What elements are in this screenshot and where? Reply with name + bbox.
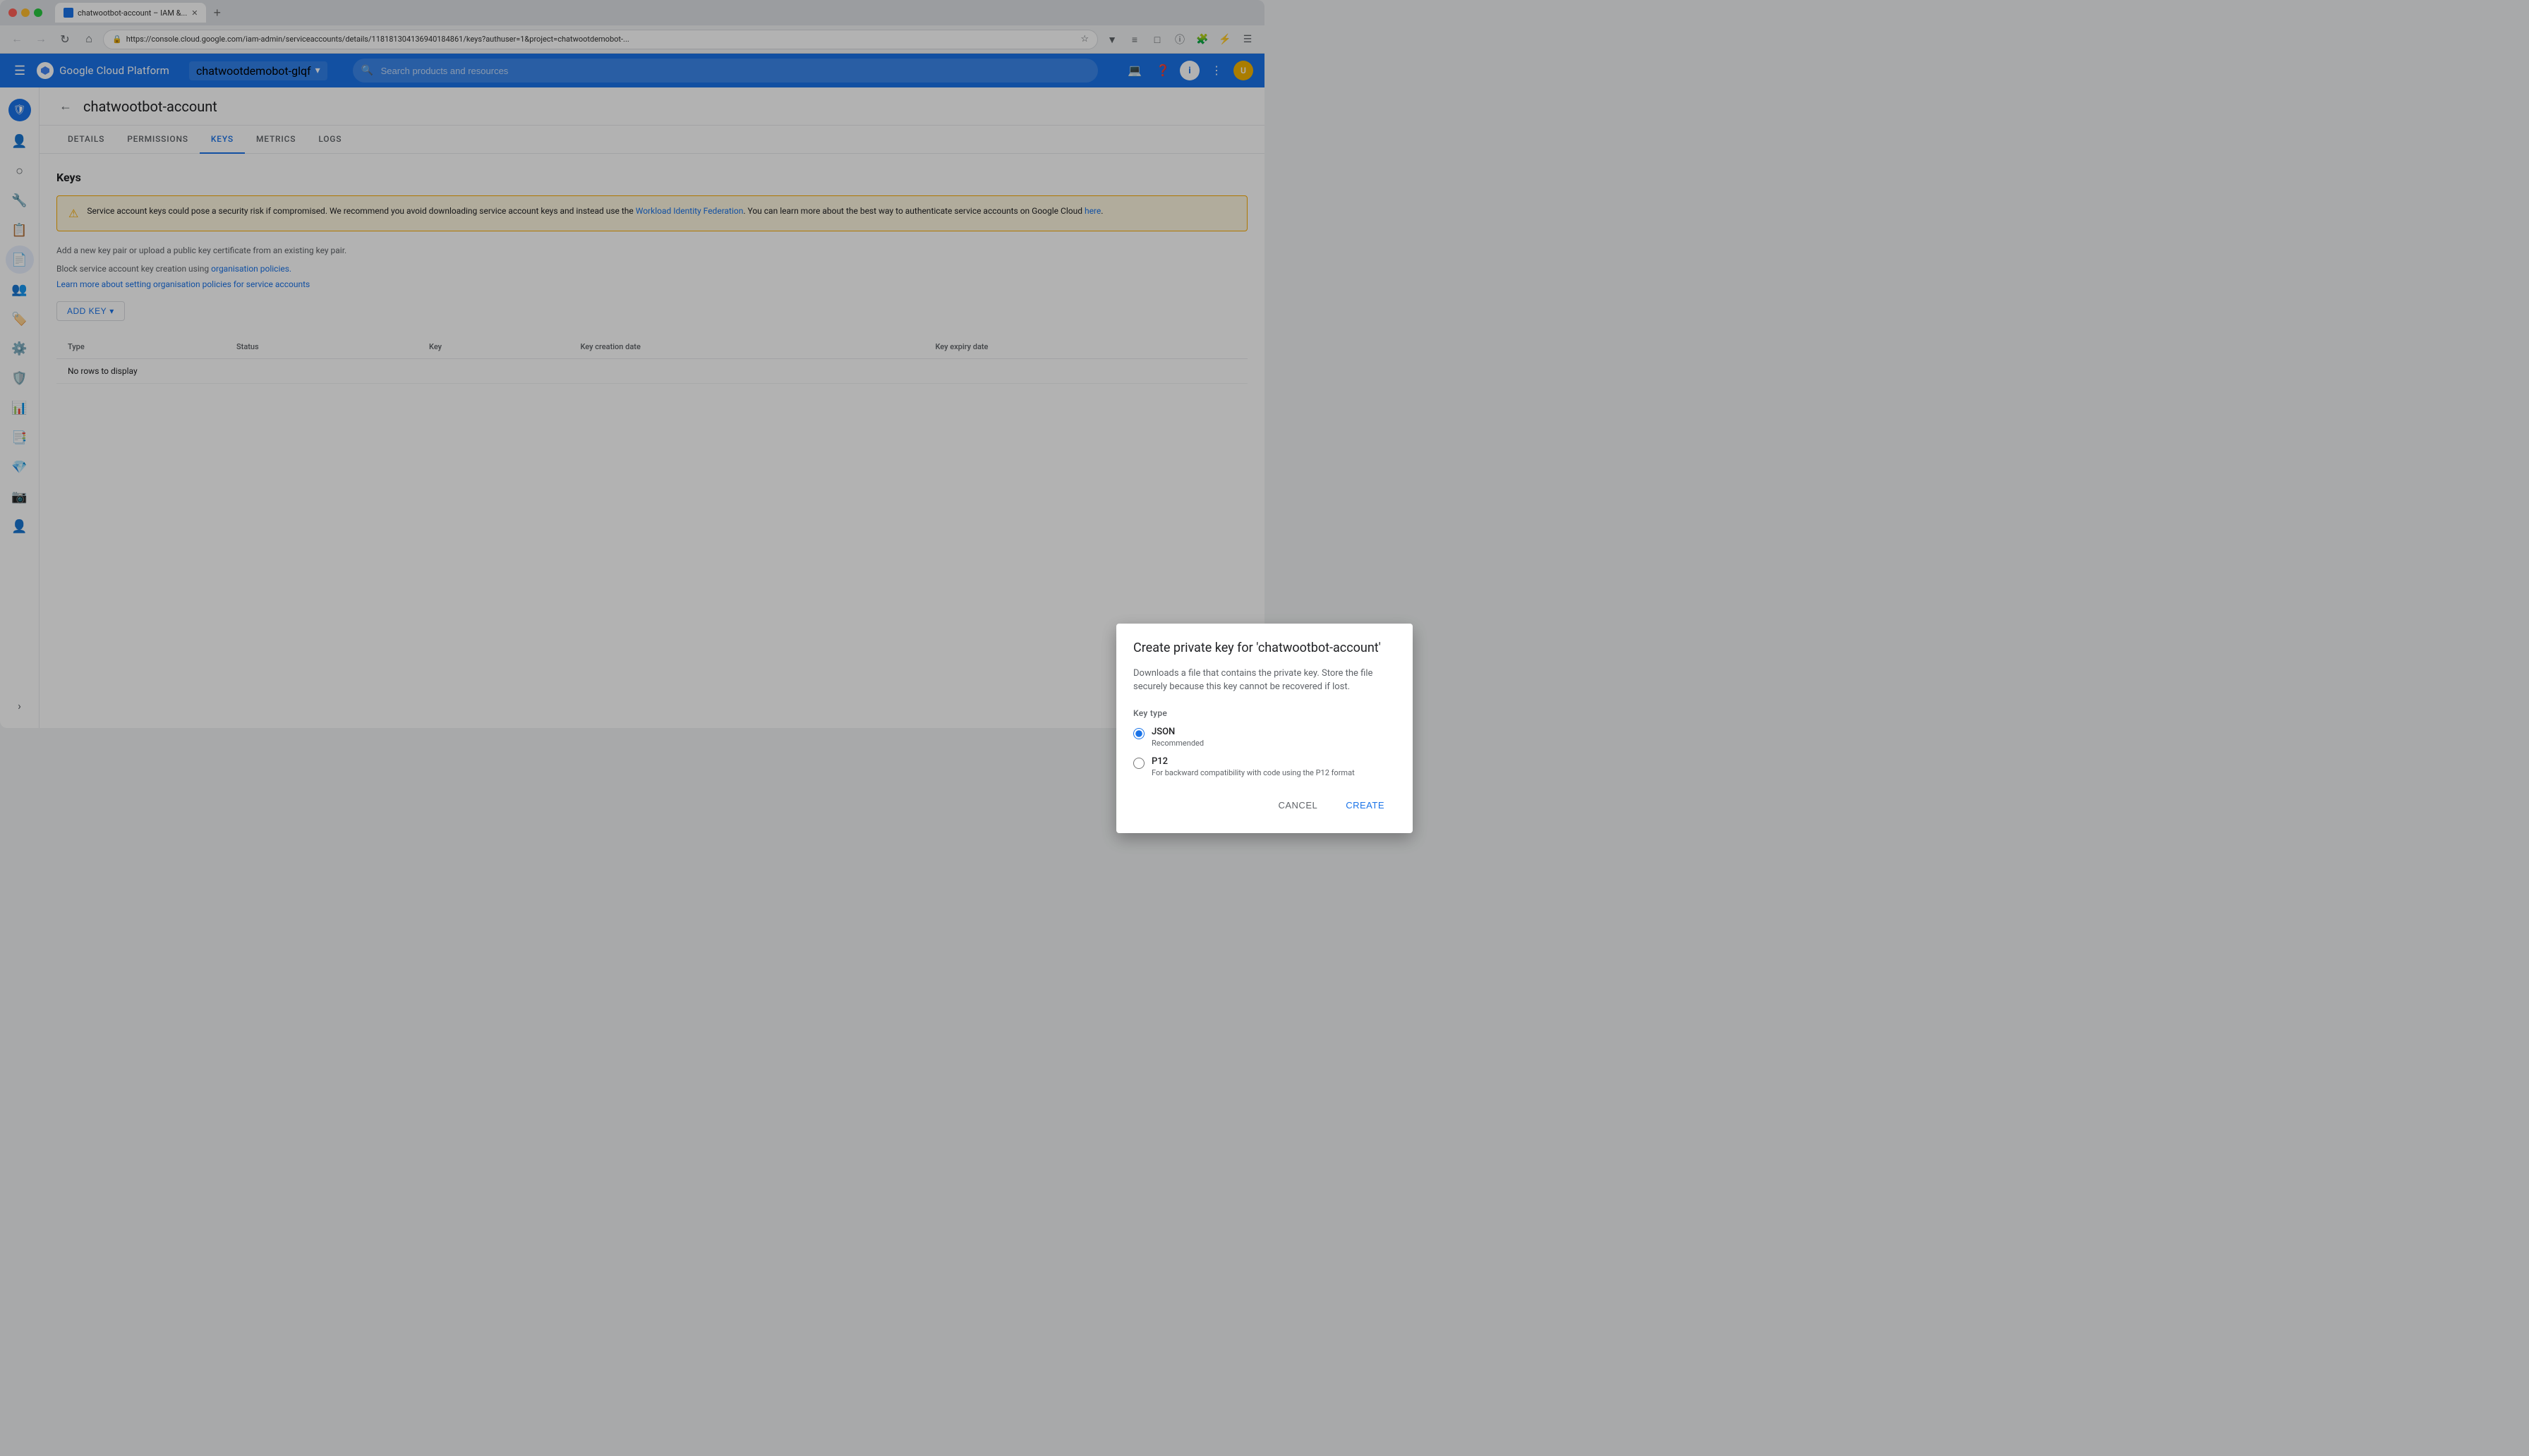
json-radio[interactable] (1133, 728, 1145, 729)
create-key-dialog: Create private key for 'chatwootbot-acco… (1116, 624, 1264, 729)
dialog-description: Downloads a file that contains the priva… (1133, 667, 1264, 694)
modal-overlay: Create private key for 'chatwootbot-acco… (0, 0, 1264, 728)
dialog-title: Create private key for 'chatwootbot-acco… (1133, 641, 1264, 655)
json-option[interactable]: JSON Recommended (1133, 727, 1264, 729)
key-type-label: Key type (1133, 708, 1264, 718)
browser-window: chatwootbot-account – IAM &... ✕ + ← → ↻… (0, 0, 1264, 728)
json-label: JSON (1152, 727, 1204, 729)
